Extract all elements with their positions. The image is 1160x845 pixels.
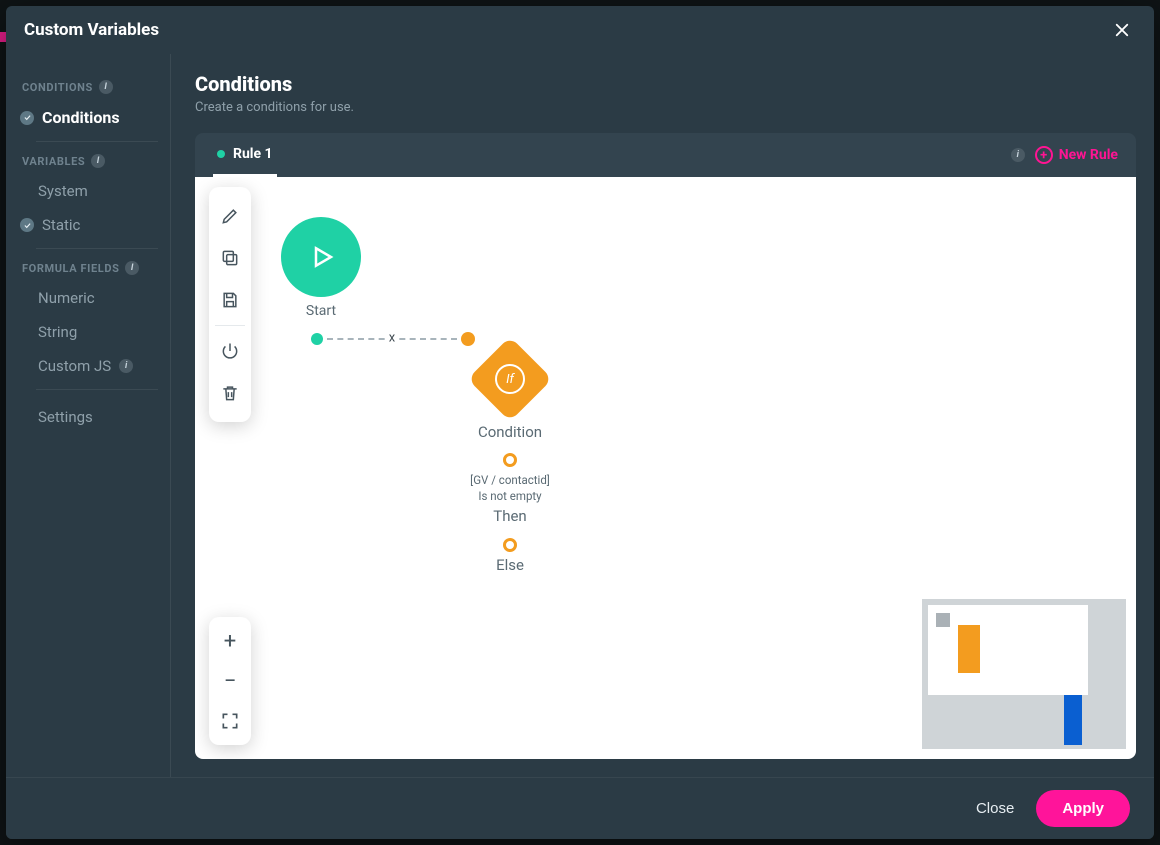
apply-button[interactable]: Apply [1036, 790, 1130, 827]
expr-line-2: Is not empty [470, 489, 550, 505]
main-panel: Conditions Create a conditions for use. … [171, 54, 1154, 777]
delete-edge-button[interactable]: x [386, 330, 398, 345]
divider [36, 389, 158, 390]
new-rule-label: New Rule [1059, 147, 1118, 163]
sidebar-item-customjs[interactable]: Custom JS i [18, 349, 158, 383]
sidebar-section-label: FORMULA FIELDS [22, 262, 119, 275]
sidebar-item-conditions[interactable]: Conditions [18, 100, 158, 135]
sidebar-section-conditions: CONDITIONS i [18, 68, 158, 100]
modal-footer: Close Apply [6, 777, 1154, 839]
condition-expression: [GV / contactid] Is not empty Then [470, 473, 550, 526]
sidebar-section-label: CONDITIONS [22, 81, 93, 94]
fit-view-button[interactable] [209, 701, 251, 741]
sidebar-item-label: System [38, 182, 88, 200]
tabs: Rule 1 [213, 133, 277, 177]
edit-button[interactable] [209, 195, 251, 237]
sidebar-item-numeric[interactable]: Numeric [18, 281, 158, 315]
sidebar-item-label: Settings [38, 408, 93, 426]
minimap-node [936, 613, 950, 627]
info-icon[interactable]: i [91, 154, 105, 168]
minimap-viewport [928, 605, 1088, 695]
tab-label: Rule 1 [233, 146, 273, 162]
delete-button[interactable] [209, 372, 251, 414]
power-button[interactable] [209, 330, 251, 372]
zoom-in-button[interactable]: + [209, 621, 251, 661]
expr-line-1: [GV / contactid] [470, 473, 550, 489]
start-node[interactable]: Start [281, 217, 361, 319]
toolbar-divider [215, 325, 244, 326]
condition-node[interactable]: If Condition [GV / contactid] Is not emp… [430, 349, 590, 574]
minimap-node [958, 625, 980, 673]
info-icon[interactable]: i [119, 359, 133, 373]
then-label: Then [470, 506, 550, 526]
start-label: Start [306, 303, 336, 319]
save-button[interactable] [209, 279, 251, 321]
sidebar-section-variables: VARIABLES i [18, 142, 158, 174]
play-icon [281, 217, 361, 297]
condition-label: Condition [478, 423, 542, 441]
sidebar-item-label: String [38, 323, 77, 341]
flow-canvas[interactable]: + − Start x [195, 177, 1136, 759]
info-icon[interactable]: i [99, 80, 113, 94]
info-icon[interactable]: i [1011, 148, 1025, 162]
else-label: Else [496, 556, 524, 574]
edge-target-handle[interactable] [461, 332, 475, 346]
check-icon [20, 218, 34, 232]
tabs-right: i + New Rule [1011, 146, 1118, 164]
close-button[interactable]: Close [976, 800, 1014, 817]
sidebar-item-label: Custom JS [38, 357, 111, 375]
modal-body: CONDITIONS i Conditions VARIABLES i Syst… [6, 54, 1154, 777]
condition-icon: If [468, 337, 553, 422]
sidebar-item-label: Conditions [42, 108, 120, 127]
minimap-node [1064, 695, 1082, 745]
zoom-out-button[interactable]: − [209, 661, 251, 701]
zoom-toolbar: + − [209, 617, 251, 745]
edge-start-condition: x [311, 332, 475, 346]
close-icon[interactable] [1108, 16, 1136, 44]
sidebar-item-static[interactable]: Static [18, 208, 158, 242]
sidebar-item-label: Static [42, 216, 80, 234]
then-port[interactable] [503, 453, 517, 467]
copy-button[interactable] [209, 237, 251, 279]
plus-circle-icon: + [1035, 146, 1053, 164]
modal-title: Custom Variables [24, 20, 159, 40]
new-rule-button[interactable]: + New Rule [1035, 146, 1118, 164]
page-title: Conditions [195, 72, 1136, 96]
if-badge: If [495, 364, 525, 394]
sidebar-section-formula: FORMULA FIELDS i [18, 249, 158, 281]
sidebar: CONDITIONS i Conditions VARIABLES i Syst… [6, 54, 171, 777]
tab-rule-1[interactable]: Rule 1 [213, 133, 277, 177]
page-subtitle: Create a conditions for use. [195, 100, 1136, 115]
custom-variables-modal: Custom Variables CONDITIONS i Conditions… [6, 6, 1154, 839]
sidebar-item-system[interactable]: System [18, 174, 158, 208]
tabs-row: Rule 1 i + New Rule [195, 133, 1136, 177]
canvas-toolbar [209, 187, 251, 422]
info-icon[interactable]: i [125, 261, 139, 275]
status-dot-icon [217, 150, 225, 158]
edge-source-handle[interactable] [311, 333, 323, 345]
modal-header: Custom Variables [6, 6, 1154, 54]
else-port[interactable] [503, 538, 517, 552]
check-icon [20, 111, 34, 125]
sidebar-item-settings[interactable]: Settings [18, 400, 158, 434]
sidebar-item-string[interactable]: String [18, 315, 158, 349]
sidebar-section-label: VARIABLES [22, 155, 85, 168]
sidebar-item-label: Numeric [38, 289, 95, 307]
minimap[interactable] [922, 599, 1126, 749]
